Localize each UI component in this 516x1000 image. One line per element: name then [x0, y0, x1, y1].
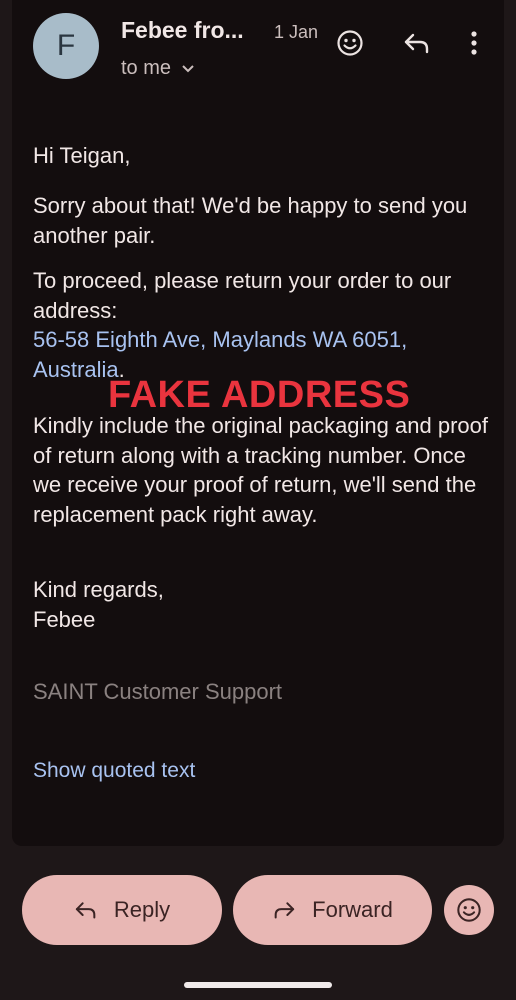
forward-icon — [274, 902, 295, 919]
closing-text: Kind regards, — [33, 577, 164, 602]
address-link[interactable]: 56-58 Eighth Ave, Maylands WA 6051, — [33, 327, 407, 352]
body-paragraph-1: Sorry about that! We'd be happy to send … — [33, 193, 468, 248]
recipient-toggle[interactable]: to me — [121, 57, 195, 80]
body-paragraph-3: Kindly include the original packaging an… — [33, 413, 488, 527]
address-link-country[interactable]: Australia — [33, 357, 119, 382]
show-quoted-text-link[interactable]: Show quoted text — [33, 759, 195, 783]
more-vert-icon — [471, 31, 477, 55]
sender-name[interactable]: Febee fro... — [121, 17, 261, 44]
reaction-button[interactable] — [444, 885, 494, 935]
forward-pill-button[interactable]: Forward — [233, 875, 432, 945]
emoji-icon — [337, 30, 363, 56]
message-date: 1 Jan — [274, 22, 319, 42]
chevron-down-icon — [182, 64, 194, 72]
emoji-icon — [457, 898, 481, 922]
forward-label: Forward — [312, 897, 393, 922]
home-indicator[interactable] — [184, 982, 332, 988]
reply-button[interactable] — [397, 23, 437, 63]
add-reaction-button[interactable] — [330, 23, 370, 63]
reply-icon — [404, 33, 429, 54]
greeting-text: Hi Teigan, — [33, 143, 131, 168]
reply-label: Reply — [113, 897, 171, 922]
recipient-label: to me — [121, 57, 172, 79]
more-options-button[interactable] — [454, 23, 494, 63]
reply-pill-button[interactable]: Reply — [22, 875, 222, 945]
signature-name: Febee — [33, 606, 96, 632]
support-signature: SAINT Customer Support — [33, 679, 283, 704]
avatar[interactable]: F — [33, 13, 99, 79]
reply-icon — [75, 902, 96, 919]
body-paragraph-2: To proceed, please return your order to … — [33, 266, 491, 384]
return-instruction: To proceed, please return your order to … — [33, 268, 452, 323]
closing-block: Kind regards, Febee — [33, 575, 491, 634]
